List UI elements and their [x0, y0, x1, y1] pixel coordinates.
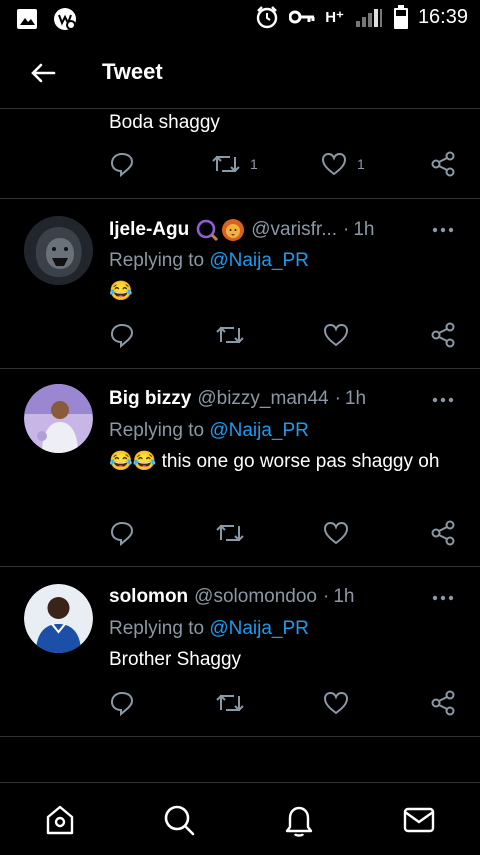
retweet-icon [212, 155, 240, 173]
home-icon[interactable] [43, 803, 77, 837]
avatar[interactable] [24, 584, 93, 653]
person-avatar-image [24, 384, 93, 453]
signal-icon [355, 9, 382, 27]
user-handle: @bizzy_man44 [197, 388, 329, 409]
gallery-icon [17, 9, 37, 29]
app-badge-icon [54, 8, 76, 30]
retweet-icon [216, 524, 244, 542]
reply-icon [110, 691, 134, 716]
share-icon [431, 690, 455, 716]
reply-button[interactable] [109, 151, 135, 177]
messages-icon[interactable] [402, 803, 436, 837]
reply-icon [110, 152, 134, 177]
share-icon [431, 151, 455, 177]
back-arrow-icon[interactable] [28, 58, 58, 88]
share-button[interactable] [430, 690, 456, 716]
tweet-body: Brother Shaggy [109, 649, 242, 670]
avatar[interactable] [24, 384, 93, 453]
search-icon[interactable] [162, 803, 196, 837]
status-bar: H⁺ 16:39 [0, 0, 480, 38]
more-options-icon[interactable] [432, 396, 454, 404]
like-button[interactable] [323, 322, 349, 348]
user-handle: @solomondoo [194, 586, 317, 607]
avatar[interactable] [24, 216, 93, 285]
like-button[interactable] [323, 520, 349, 546]
app-header: Tweet [0, 42, 480, 104]
tweet-actions [0, 322, 480, 352]
lion-avatar-image [24, 216, 93, 285]
key-icon [289, 10, 315, 24]
reply-icon [110, 323, 134, 348]
tweet-header: Big bizzy @bizzy_man44 · 1h [109, 388, 367, 410]
share-button[interactable] [430, 520, 456, 546]
tweet-actions: 1 1 [0, 151, 480, 181]
reply-button[interactable] [109, 690, 135, 716]
tweet-time: 1h [344, 388, 367, 409]
display-name[interactable]: Big bizzy [109, 388, 191, 410]
replying-to: Replying to @Naija_PR [109, 420, 309, 441]
user-handle: @varisfr... [251, 219, 338, 240]
alarm-icon [256, 6, 278, 29]
more-options-icon[interactable] [432, 226, 454, 234]
retweet-count: 1 [250, 156, 258, 172]
share-button[interactable] [430, 322, 456, 348]
display-name[interactable]: Ijele-Agu [109, 219, 189, 241]
retweet-button[interactable] [216, 690, 244, 716]
share-icon [431, 520, 455, 546]
mention-link[interactable]: @Naija_PR [209, 420, 309, 441]
tweet-body: 😂😂 this one go worse pas shaggy oh [109, 451, 440, 472]
tweet-body: 😂 [109, 281, 133, 302]
magnifier-ring-icon [196, 219, 219, 242]
lion-face-icon [222, 219, 245, 241]
heart-icon [323, 691, 349, 715]
tweet-header: solomon @solomondoo · 1h [109, 586, 355, 608]
display-name[interactable]: solomon [109, 586, 188, 608]
share-button[interactable] [430, 151, 456, 177]
tweet-actions [0, 690, 480, 720]
retweet-button[interactable]: 1 [212, 151, 258, 177]
mention-link[interactable]: @Naija_PR [209, 618, 309, 639]
page-title: Tweet [102, 59, 163, 84]
tweet-body: Boda shaggy [109, 112, 220, 133]
tweet-header: Ijele-Agu @varisfr... · 1h [109, 219, 375, 242]
more-options-icon[interactable] [432, 594, 454, 602]
retweet-icon [216, 326, 244, 344]
tweet-item[interactable]: Boda shaggy 1 1 [0, 109, 480, 199]
retweet-icon [216, 694, 244, 712]
clock: 16:39 [417, 5, 468, 28]
reply-button[interactable] [109, 322, 135, 348]
reply-icon [110, 521, 134, 546]
tweet-item[interactable]: solomon @solomondoo · 1h Replying to @Na… [0, 566, 480, 737]
like-count: 1 [357, 156, 365, 172]
heart-icon [323, 323, 349, 347]
battery-icon [393, 5, 408, 29]
replying-to: Replying to @Naija_PR [109, 618, 309, 639]
retweet-button[interactable] [216, 520, 244, 546]
tweet-actions [0, 520, 480, 550]
heart-icon [321, 152, 347, 176]
share-icon [431, 322, 455, 348]
like-button[interactable] [323, 690, 349, 716]
notifications-icon[interactable] [282, 803, 316, 837]
reply-button[interactable] [109, 520, 135, 546]
retweet-button[interactable] [216, 322, 244, 348]
mention-link[interactable]: @Naija_PR [209, 250, 309, 271]
bottom-navigation [0, 782, 480, 855]
network-type: H⁺ [325, 9, 344, 26]
heart-icon [323, 521, 349, 545]
tweet-time: 1h [333, 586, 355, 607]
person-avatar-image [24, 584, 93, 653]
tweet-item[interactable]: Big bizzy @bizzy_man44 · 1h Replying to … [0, 368, 480, 567]
tweet-time: 1h [353, 219, 375, 240]
like-button[interactable]: 1 [321, 151, 365, 177]
tweet-item[interactable]: Ijele-Agu @varisfr... · 1h Replying to @… [0, 198, 480, 369]
replying-to: Replying to @Naija_PR [109, 250, 309, 271]
